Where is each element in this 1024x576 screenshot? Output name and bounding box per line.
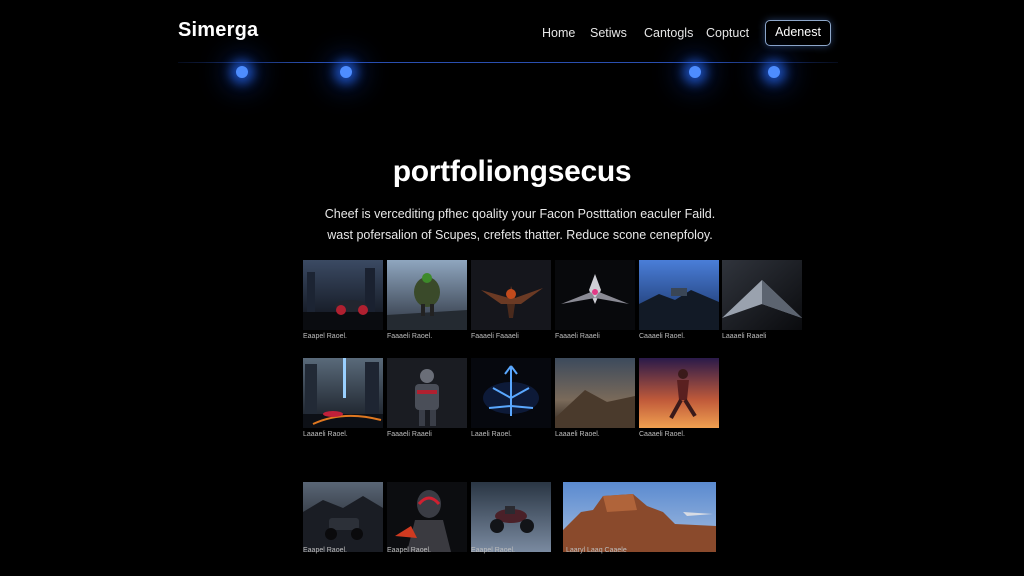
desert-dune-image[interactable] (555, 358, 635, 428)
gallery-caption: Faaaeli Raaeli (387, 431, 432, 438)
gallery-caption: Laaryl Laaq Caaele (566, 547, 627, 554)
site-logo[interactable]: Simerga (178, 19, 258, 42)
neon-tree-image[interactable] (471, 358, 551, 428)
gallery-caption: Eaapel Raoel. (303, 333, 347, 340)
gallery-caption: Faaaeli Raaeli (555, 333, 600, 340)
page-description: Cheef is vercediting pfhec qoality your … (320, 204, 720, 246)
header-divider (178, 62, 838, 63)
gallery-caption: Laaaeli Raoel. (555, 431, 600, 438)
pyramid-image[interactable] (722, 260, 802, 330)
gallery-caption: Eaapel Raoel. (303, 547, 347, 554)
gallery-caption: Laaaeli Raaeli (722, 333, 767, 340)
gallery-caption: Faaaeli Faaaeli (471, 333, 519, 340)
glow-light-icon (768, 66, 780, 78)
header-cta-button[interactable]: Adenest (765, 20, 831, 46)
mesa-landscape-image[interactable] (563, 482, 716, 552)
red-helmet-image[interactable] (387, 482, 467, 552)
nav-catalogs[interactable]: Cantogls (644, 26, 693, 40)
nav-contact[interactable]: Coptuct (706, 26, 749, 40)
motorcycle-city-image[interactable] (303, 260, 383, 330)
gallery-caption: Caaaeli Raoel. (639, 431, 685, 438)
landscape-blue-image[interactable] (639, 260, 719, 330)
site-header: Simerga Home Setiws Cantogls Coptuct Ade… (0, 0, 1024, 78)
cyber-knight-image[interactable] (387, 358, 467, 428)
glow-light-icon (236, 66, 248, 78)
gallery-caption: Laaaeli Raoel. (303, 431, 348, 438)
description-line: Cheef is vercediting pfhec qoality your … (324, 207, 716, 221)
gallery-caption: Faaaeli Raoel. (387, 333, 433, 340)
gallery-caption: Caaaeli Raoel. (639, 333, 685, 340)
gallery-caption: Eaapel Raoel. (471, 547, 515, 554)
gallery-caption: Eaapel Raoel. (387, 547, 431, 554)
armored-warrior-image[interactable] (387, 260, 467, 330)
page-title: portfoliongsecus (392, 155, 632, 188)
nav-home[interactable]: Home (542, 26, 575, 40)
bike-snow-image[interactable] (471, 482, 551, 552)
atv-vehicle-image[interactable] (303, 482, 383, 552)
gallery-caption: Laaeli Raoel. (471, 431, 512, 438)
glow-light-icon (340, 66, 352, 78)
spaceship-image[interactable] (555, 260, 635, 330)
runner-sunset-image[interactable] (639, 358, 719, 428)
dragon-creature-image[interactable] (471, 260, 551, 330)
glow-light-icon (689, 66, 701, 78)
description-line: wast pofersalion of Scupes, crefets that… (327, 228, 713, 242)
city-racer-image[interactable] (303, 358, 383, 428)
nav-settings[interactable]: Setiws (590, 26, 627, 40)
